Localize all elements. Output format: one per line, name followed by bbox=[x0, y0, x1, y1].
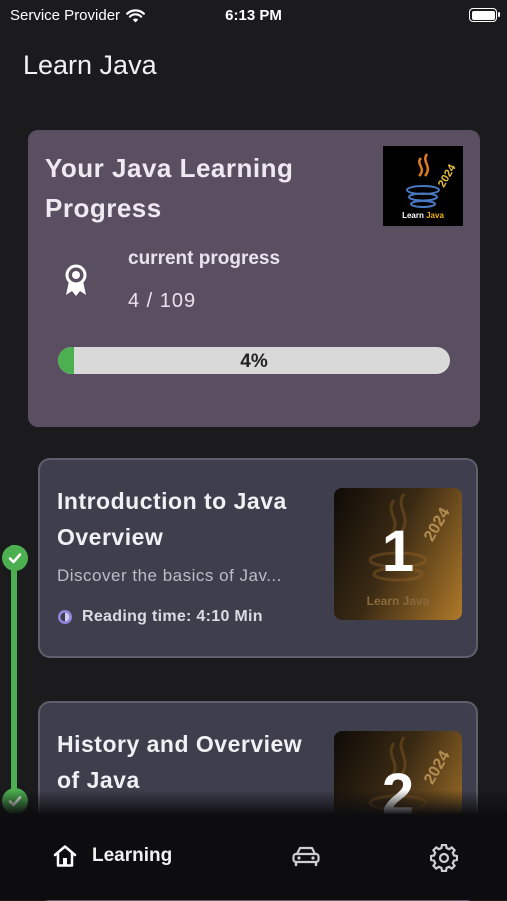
reading-time-label: Reading time: 4:10 Min bbox=[82, 608, 263, 625]
progress-card-title: Your Java Learning Progress bbox=[45, 153, 294, 223]
app-logo: 2024 Learn Java bbox=[383, 146, 463, 226]
gear-icon bbox=[430, 844, 458, 872]
logo-text: Learn Java bbox=[402, 211, 444, 220]
completed-check-icon bbox=[2, 545, 28, 571]
page-title: Learn Java bbox=[23, 50, 157, 80]
home-icon bbox=[53, 845, 77, 867]
progress-card: Your Java Learning Progress 2024 Learn J… bbox=[28, 130, 480, 427]
status-time: 6:13 PM bbox=[225, 7, 282, 24]
nav-fade bbox=[0, 790, 507, 815]
current-progress-value: 4 / 109 bbox=[128, 290, 197, 312]
progress-percent: 4% bbox=[240, 351, 268, 372]
award-icon bbox=[65, 264, 87, 296]
lesson-number: 1 bbox=[381, 519, 415, 584]
current-progress-label: current progress bbox=[128, 248, 281, 269]
clock-icon bbox=[58, 610, 72, 624]
lesson-timeline bbox=[11, 545, 17, 810]
thumbnail-brand: Learn Java bbox=[366, 594, 430, 608]
nav-learning[interactable]: Learning bbox=[52, 844, 172, 868]
progress-bar: 4% bbox=[58, 347, 450, 374]
reading-time: Reading time: 4:10 Min bbox=[57, 608, 263, 626]
battery-icon bbox=[469, 8, 500, 22]
lesson-card[interactable]: Introduction to Java Overview Discover t… bbox=[38, 458, 478, 658]
nav-car[interactable] bbox=[291, 844, 321, 868]
lesson-thumbnail: 2024 1 Learn Java bbox=[334, 488, 462, 620]
bottom-nav: Learning bbox=[0, 814, 507, 900]
lesson-description: Discover the basics of Jav... bbox=[57, 566, 282, 585]
car-icon bbox=[292, 846, 320, 867]
lesson-title: History and Overview of Java bbox=[57, 731, 303, 793]
status-bar: Service Provider 6:13 PM bbox=[0, 0, 507, 32]
nav-learning-label: Learning bbox=[92, 845, 173, 866]
lesson-title: Introduction to Java Overview bbox=[57, 488, 287, 550]
nav-settings[interactable] bbox=[430, 844, 458, 872]
